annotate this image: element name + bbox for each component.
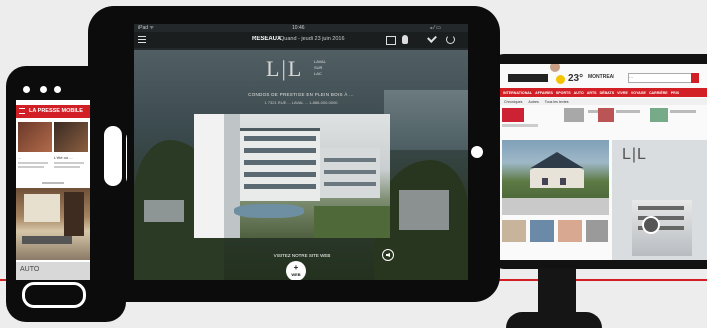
- monitor-screen: 23° MONTRÉAL ... INTERNATIONAL AFFAIRES SP…: [500, 64, 707, 260]
- monitor-subnav: Chroniques Autres Tous les textes: [500, 98, 707, 105]
- main-story-image[interactable]: [502, 140, 609, 215]
- monitor-nav-item[interactable]: CARRIÈRE: [649, 91, 668, 95]
- visit-website-link[interactable]: VISITEZ NOTRE SITE WEB: [262, 253, 342, 258]
- refresh-icon[interactable]: [446, 35, 455, 44]
- monitor-nav-item[interactable]: PRIX: [671, 91, 679, 95]
- hand-icon[interactable]: [402, 35, 408, 44]
- thumb-row: [502, 108, 707, 136]
- monitor-nav-item[interactable]: AFFAIRES: [535, 91, 553, 95]
- monitor-nav-item[interactable]: AUTO: [574, 91, 584, 95]
- ad-tagline: CONDOS DE PRESTIGE EN PLEIN BOIS À ...: [248, 92, 354, 97]
- search-input[interactable]: ...: [628, 73, 692, 83]
- monitor-subnav-item[interactable]: Autres: [528, 100, 538, 104]
- tablet-camera: [471, 146, 483, 158]
- ad-logo-letters: L|L: [266, 56, 304, 81]
- volume-icon[interactable]: [382, 249, 394, 261]
- monitor-nav-item[interactable]: VIVRE: [617, 91, 628, 95]
- phone-section-bar[interactable]: AUTO: [16, 262, 90, 280]
- phone-headline-1[interactable]: ...: [18, 155, 52, 160]
- search-icon[interactable]: [691, 73, 699, 83]
- check-icon[interactable]: [427, 33, 437, 43]
- phone-side-button: [104, 126, 122, 186]
- phone-header-title: LA PRESSE MOBILE: [29, 108, 83, 114]
- weather-city: MONTRÉAL: [588, 74, 614, 80]
- tablet-ad[interactable]: L|L LAVAL SUR LAC CONDOS DE PRESTIGE EN …: [134, 50, 468, 280]
- phone-sensor-dot: [40, 86, 47, 93]
- monitor-ad-logo: L|L: [622, 146, 647, 163]
- phone-screen: LA PRESSE MOBILE ... L'été où ... AUTO: [16, 100, 90, 280]
- monitor-nav-item[interactable]: DÉBATS: [600, 91, 615, 95]
- toolbar-date: Quand - jeudi 23 juin 2016: [280, 36, 345, 42]
- tablet-screen: iPad ᯤ 10:46 ⁎ ⁄ ▭ RÉSEAUX Quand - jeudi…: [134, 24, 468, 280]
- web-badge-label: WEB: [291, 272, 301, 277]
- monitor-nav-item[interactable]: ARTS: [587, 91, 597, 95]
- tablet-toolbar: RÉSEAUX Quand - jeudi 23 juin 2016: [134, 32, 468, 48]
- phone-speaker: [54, 86, 61, 93]
- logo-line-3: LAC: [314, 71, 322, 76]
- monitor-avatar: [550, 64, 560, 72]
- sun-icon: [556, 75, 565, 84]
- status-time: 10:46: [292, 25, 305, 31]
- phone-headline-2[interactable]: L'été où ...: [54, 155, 88, 160]
- monitor-nav-item[interactable]: VOYAGE: [631, 91, 646, 95]
- phone-main-image[interactable]: [16, 188, 90, 260]
- web-badge[interactable]: + WEB: [286, 261, 306, 280]
- menu-icon[interactable]: [19, 108, 25, 114]
- phone-section-label: AUTO: [20, 266, 40, 273]
- toolbar-brand[interactable]: RÉSEAUX: [252, 36, 281, 42]
- phone-thumb-1[interactable]: [18, 122, 52, 152]
- monitor-stand: [538, 268, 576, 314]
- plus-icon: +: [293, 263, 299, 272]
- hamburger-icon[interactable]: [138, 36, 146, 43]
- article-icon[interactable]: [386, 36, 396, 45]
- gear-icon[interactable]: [642, 216, 660, 234]
- phone-thumb-2[interactable]: [54, 122, 88, 152]
- building-render[interactable]: [194, 114, 390, 238]
- monitor-nav-item[interactable]: SPORTS: [556, 91, 571, 95]
- monitor-ad[interactable]: L|L: [612, 140, 707, 260]
- phone-home-button[interactable]: [22, 282, 86, 308]
- monitor-base: [506, 312, 602, 328]
- weather-temp: 23°: [568, 73, 584, 84]
- ad-logo-words: LAVAL SUR LAC: [314, 59, 326, 77]
- monitor-subnav-item[interactable]: Chroniques: [504, 100, 522, 104]
- ad-address: 1 7321 RUE ... LAVAL ... 1-888-000-0000: [264, 100, 338, 105]
- monitor-nav-item[interactable]: INTERNATIONAL: [503, 91, 532, 95]
- bottom-thumbs: [502, 220, 610, 260]
- phone-camera-dot: [23, 86, 30, 93]
- monitor-nav: INTERNATIONAL AFFAIRES SPORTS AUTO ARTS DÉBAT…: [500, 88, 707, 97]
- status-right: ⁎ ⁄ ▭: [430, 25, 441, 31]
- phone-header: LA PRESSE MOBILE: [16, 105, 90, 118]
- status-left: iPad ᯤ: [138, 25, 154, 31]
- monitor-logo: [508, 74, 548, 82]
- monitor-subnav-item[interactable]: Tous les textes: [545, 100, 569, 104]
